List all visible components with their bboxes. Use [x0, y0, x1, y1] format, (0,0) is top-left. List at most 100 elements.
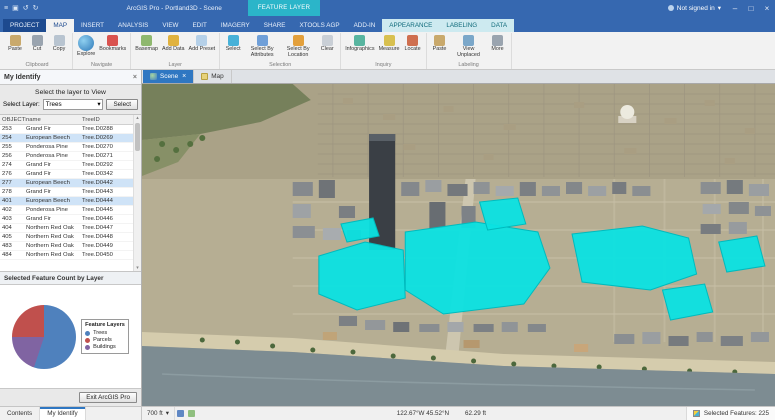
layer-select-row: Select Layer: Trees ▾ Select: [0, 99, 141, 114]
ribbon-tab[interactable]: ADD-IN: [347, 19, 383, 32]
table-row[interactable]: 484 Northern Red Oak Tree.D0450: [0, 251, 133, 260]
pane-tab[interactable]: Contents: [0, 407, 40, 420]
scroll-up-icon[interactable]: ▴: [136, 115, 139, 121]
ribbon-tab[interactable]: VIEW: [155, 19, 185, 32]
legend-swatch: [85, 331, 90, 336]
close-button[interactable]: ×: [759, 0, 775, 16]
ribbon-button-icon: [10, 35, 21, 46]
ribbon-button[interactable]: Add Data: [162, 35, 184, 53]
ribbon-button[interactable]: Clear: [318, 35, 336, 53]
tab-map[interactable]: Map: [194, 70, 231, 83]
scroll-down-icon[interactable]: ▾: [136, 265, 139, 271]
title-bar: ≡ ▣ ↺ ↻ ArcGIS Pro - Portland3D - Scene …: [0, 0, 775, 16]
exit-arcgis-button[interactable]: Exit ArcGIS Pro: [79, 392, 137, 403]
table-row[interactable]: 255 Ponderosa Pine Tree.D0270: [0, 143, 133, 152]
ribbon-button-icon: [168, 35, 179, 46]
ribbon-tab[interactable]: LABELING: [439, 19, 484, 32]
ribbon-button-icon: [384, 35, 395, 46]
pane-tab-strip: Contents My Identify: [0, 407, 142, 420]
table-row[interactable]: 405 Northern Red Oak Tree.D0448: [0, 233, 133, 242]
ribbon-button[interactable]: Copy: [50, 35, 68, 53]
ribbon-button[interactable]: More: [489, 35, 507, 53]
ribbon-button[interactable]: Explore: [77, 35, 95, 58]
ribbon-button[interactable]: Measure: [379, 35, 400, 53]
table-row[interactable]: 402 Ponderosa Pine Tree.D0445: [0, 206, 133, 215]
undo-icon[interactable]: ↺: [23, 4, 29, 12]
ribbon-tab[interactable]: DATA: [484, 19, 514, 32]
pane-tab[interactable]: My Identify: [40, 407, 85, 420]
table-row[interactable]: 253 Grand Fir Tree.D0288: [0, 125, 133, 134]
table-body: 253 Grand Fir Tree.D0288 254 European Be…: [0, 125, 133, 271]
ribbon-tab[interactable]: PROJECT: [3, 19, 46, 32]
main-content: My Identify × Select the layer to View S…: [0, 70, 775, 406]
ribbon-button[interactable]: Basemap: [135, 35, 158, 53]
ribbon-button[interactable]: Cut: [28, 35, 46, 53]
select-button[interactable]: Select: [106, 99, 138, 110]
scene-viewport: [142, 84, 775, 406]
map-icon: [201, 73, 208, 80]
table-row[interactable]: 401 European Beech Tree.D0444: [0, 197, 133, 206]
ribbon-tab[interactable]: MAP: [46, 19, 74, 32]
ribbon-group-label: Navigate: [77, 61, 126, 69]
table-row[interactable]: 276 Grand Fir Tree.D0342: [0, 170, 133, 179]
chart-legend: Feature Layers Trees Parcels: [81, 319, 129, 354]
navigator-icon[interactable]: [177, 410, 184, 417]
account-globe-icon: [668, 5, 674, 11]
maximize-button[interactable]: □: [743, 0, 759, 16]
ribbon-button[interactable]: Bookmarks: [99, 35, 126, 53]
layer-dropdown[interactable]: Trees ▾: [43, 99, 104, 110]
map-scale-selector[interactable]: 700 ft ▾: [142, 407, 175, 420]
ribbon-group-inquiry: Infographics Measure Locate Inquiry: [341, 33, 426, 69]
close-icon[interactable]: ×: [133, 74, 137, 81]
scene-icon: [150, 73, 157, 80]
table-row[interactable]: 274 Grand Fir Tree.D0292: [0, 161, 133, 170]
ribbon-button[interactable]: Select By Attributes: [246, 35, 278, 59]
ribbon-button[interactable]: Add Preset: [189, 35, 216, 53]
ribbon-button[interactable]: Select By Location: [282, 35, 314, 59]
ribbon-button-icon: [293, 35, 304, 46]
ribbon-tab[interactable]: SHARE: [257, 19, 293, 32]
ribbon: Paste Cut Copy Clipboard: [0, 32, 775, 70]
ribbon-tab[interactable]: INSERT: [74, 19, 111, 32]
quick-access-toolbar: ≡ ▣ ↺ ↻: [4, 4, 38, 12]
pane-title: My Identify: [4, 74, 41, 81]
ribbon-tab[interactable]: XTOOLS AGP: [292, 19, 346, 32]
ribbon-tab[interactable]: ANALYSIS: [111, 19, 155, 32]
exit-row: Exit ArcGIS Pro: [0, 389, 141, 406]
layer-select-label: Select Layer:: [3, 101, 40, 108]
ribbon-button-icon: [492, 35, 503, 46]
ribbon-group-clipboard: Paste Cut Copy Clipboard: [2, 33, 73, 69]
table-row[interactable]: 403 Grand Fir Tree.D0446: [0, 215, 133, 224]
ribbon-button[interactable]: Select: [224, 35, 242, 53]
tab-scene[interactable]: Scene ×: [143, 70, 194, 83]
scrollbar-thumb[interactable]: [135, 123, 140, 151]
table-row[interactable]: 254 European Beech Tree.D0269: [0, 134, 133, 143]
ribbon-tab[interactable]: IMAGERY: [214, 19, 257, 32]
save-icon[interactable]: ▣: [12, 4, 19, 12]
scene-3d-view[interactable]: [142, 84, 775, 406]
selected-features-status[interactable]: Selected Features: 225: [686, 407, 775, 420]
table-row[interactable]: 404 Northern Red Oak Tree.D0447: [0, 224, 133, 233]
sign-in-status[interactable]: Not signed in ▾: [668, 4, 721, 12]
table-row[interactable]: 277 European Beech Tree.D0442: [0, 179, 133, 188]
ribbon-button[interactable]: Locate: [404, 35, 422, 53]
minimize-button[interactable]: –: [727, 0, 743, 16]
close-icon[interactable]: ×: [182, 73, 186, 80]
menu-icon[interactable]: ≡: [4, 5, 8, 12]
table-scrollbar[interactable]: ▴ ▾: [133, 115, 141, 271]
ribbon-button[interactable]: Paste: [6, 35, 24, 53]
chart-pane-header: Selected Feature Count by Layer: [0, 272, 141, 285]
ribbon-button[interactable]: Paste: [431, 35, 449, 53]
legend-swatch: [85, 345, 90, 350]
ribbon-button[interactable]: Infographics: [345, 35, 374, 53]
redo-icon[interactable]: ↻: [33, 4, 39, 12]
ribbon-tab[interactable]: EDIT: [185, 19, 213, 32]
table-row[interactable]: 256 Ponderosa Pine Tree.D0271: [0, 152, 133, 161]
ribbon-tab[interactable]: APPEARANCE: [382, 19, 439, 32]
snapping-icon[interactable]: [188, 410, 195, 417]
ribbon-group-label: Inquiry: [345, 61, 421, 69]
ribbon-button[interactable]: View Unplaced: [453, 35, 485, 59]
table-row[interactable]: 483 Northern Red Oak Tree.D0449: [0, 242, 133, 251]
table-row[interactable]: 278 Grand Fir Tree.D0443: [0, 188, 133, 197]
ribbon-group-selection: Select Select By Attributes Select By Lo…: [220, 33, 341, 69]
